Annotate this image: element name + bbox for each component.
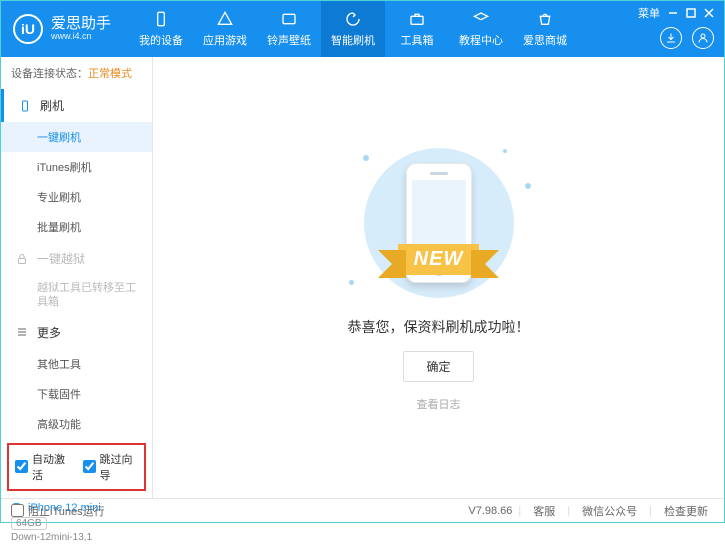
nav-label: 铃声壁纸 xyxy=(267,32,311,48)
nav-label: 教程中心 xyxy=(459,32,503,48)
wallpaper-icon xyxy=(280,10,298,28)
sidebar-item-batch-flash[interactable]: 批量刷机 xyxy=(1,212,152,242)
store-icon xyxy=(536,10,554,28)
nav-label: 爱思商城 xyxy=(523,32,567,48)
sidebar-section-jailbreak: 一键越狱 xyxy=(1,242,152,275)
app-header: iU 爱思助手 www.i4.cn 我的设备 应用游戏 铃声壁纸 智能刷机 工具… xyxy=(1,1,724,57)
nav-apps[interactable]: 应用游戏 xyxy=(193,1,257,57)
sidebar: 设备连接状态：正常模式 刷机 一键刷机 iTunes刷机 专业刷机 批量刷机 一… xyxy=(1,57,153,498)
version-text: V7.98.66 xyxy=(468,505,512,517)
sidebar-item-oneclick-flash[interactable]: 一键刷机 xyxy=(1,122,152,152)
checkbox-label: 阻止iTunes运行 xyxy=(28,503,105,519)
minimize-icon[interactable] xyxy=(668,8,678,18)
options-highlight-box: 自动激活 跳过向导 xyxy=(7,443,146,491)
confirm-button[interactable]: 确定 xyxy=(403,351,473,382)
sidebar-section-more[interactable]: 更多 xyxy=(1,316,152,349)
checkbox-block-itunes[interactable]: 阻止iTunes运行 xyxy=(11,503,105,519)
download-icon xyxy=(665,32,677,44)
wechat-link[interactable]: 微信公众号 xyxy=(576,503,643,519)
menu-button[interactable]: 菜单 xyxy=(638,5,660,21)
jailbreak-note: 越狱工具已转移至工具箱 xyxy=(1,275,152,316)
checkbox-label: 自动激活 xyxy=(32,451,71,483)
check-update-link[interactable]: 检查更新 xyxy=(658,503,714,519)
device-capacity: 64GB xyxy=(11,517,47,530)
sidebar-item-other-tools[interactable]: 其他工具 xyxy=(1,349,152,379)
sidebar-item-itunes-flash[interactable]: iTunes刷机 xyxy=(1,152,152,182)
nav-tutorials[interactable]: 教程中心 xyxy=(449,1,513,57)
maximize-icon[interactable] xyxy=(686,8,696,18)
phone-icon xyxy=(18,99,32,113)
lock-icon xyxy=(15,252,29,266)
sidebar-item-download-firmware[interactable]: 下载固件 xyxy=(1,379,152,409)
apps-icon xyxy=(216,10,234,28)
logo-block: iU 爱思助手 www.i4.cn xyxy=(1,14,123,44)
device-icon xyxy=(152,10,170,28)
checkbox-input[interactable] xyxy=(83,460,96,473)
download-button[interactable] xyxy=(660,27,682,49)
success-message: 恭喜您，保资料刷机成功啦！ xyxy=(348,317,530,337)
more-icon xyxy=(15,325,29,339)
nav-label: 工具箱 xyxy=(401,32,434,48)
checkbox-auto-activate[interactable]: 自动激活 xyxy=(15,451,71,483)
checkbox-skip-guide[interactable]: 跳过向导 xyxy=(83,451,139,483)
section-title: 一键越狱 xyxy=(37,250,85,267)
status-label: 设备连接状态： xyxy=(11,68,88,80)
status-value: 正常模式 xyxy=(88,68,132,80)
checkbox-label: 跳过向导 xyxy=(100,451,139,483)
nav-flash[interactable]: 智能刷机 xyxy=(321,1,385,57)
connection-status: 设备连接状态：正常模式 xyxy=(1,57,152,89)
new-ribbon: NEW xyxy=(398,244,480,275)
nav-label: 应用游戏 xyxy=(203,32,247,48)
sidebar-section-flash[interactable]: 刷机 xyxy=(1,89,152,122)
user-button[interactable] xyxy=(692,27,714,49)
main-content: NEW 恭喜您，保资料刷机成功啦！ 确定 查看日志 xyxy=(153,57,724,498)
nav-toolbox[interactable]: 工具箱 xyxy=(385,1,449,57)
flash-icon xyxy=(344,10,362,28)
window-controls: 菜单 xyxy=(628,1,724,25)
section-title: 刷机 xyxy=(40,97,64,114)
checkbox-input[interactable] xyxy=(15,460,28,473)
section-title: 更多 xyxy=(37,324,61,341)
nav-ringtones[interactable]: 铃声壁纸 xyxy=(257,1,321,57)
app-name: 爱思助手 xyxy=(51,16,111,33)
nav-my-device[interactable]: 我的设备 xyxy=(129,1,193,57)
sidebar-item-pro-flash[interactable]: 专业刷机 xyxy=(1,182,152,212)
device-sub: Down-12mini-13,1 xyxy=(11,532,142,543)
tutorial-icon xyxy=(472,10,490,28)
toolbox-icon xyxy=(408,10,426,28)
view-log-link[interactable]: 查看日志 xyxy=(417,396,461,412)
nav-label: 智能刷机 xyxy=(331,32,375,48)
logo-icon: iU xyxy=(13,14,43,44)
nav-label: 我的设备 xyxy=(139,32,183,48)
top-nav: 我的设备 应用游戏 铃声壁纸 智能刷机 工具箱 教程中心 爱思商城 xyxy=(129,1,577,57)
close-icon[interactable] xyxy=(704,8,714,18)
checkbox-input[interactable] xyxy=(11,504,24,517)
success-illustration: NEW xyxy=(329,143,549,303)
app-url: www.i4.cn xyxy=(51,32,111,42)
sidebar-item-advanced[interactable]: 高级功能 xyxy=(1,409,152,439)
support-link[interactable]: 客服 xyxy=(527,503,561,519)
nav-store[interactable]: 爱思商城 xyxy=(513,1,577,57)
user-icon xyxy=(697,32,709,44)
